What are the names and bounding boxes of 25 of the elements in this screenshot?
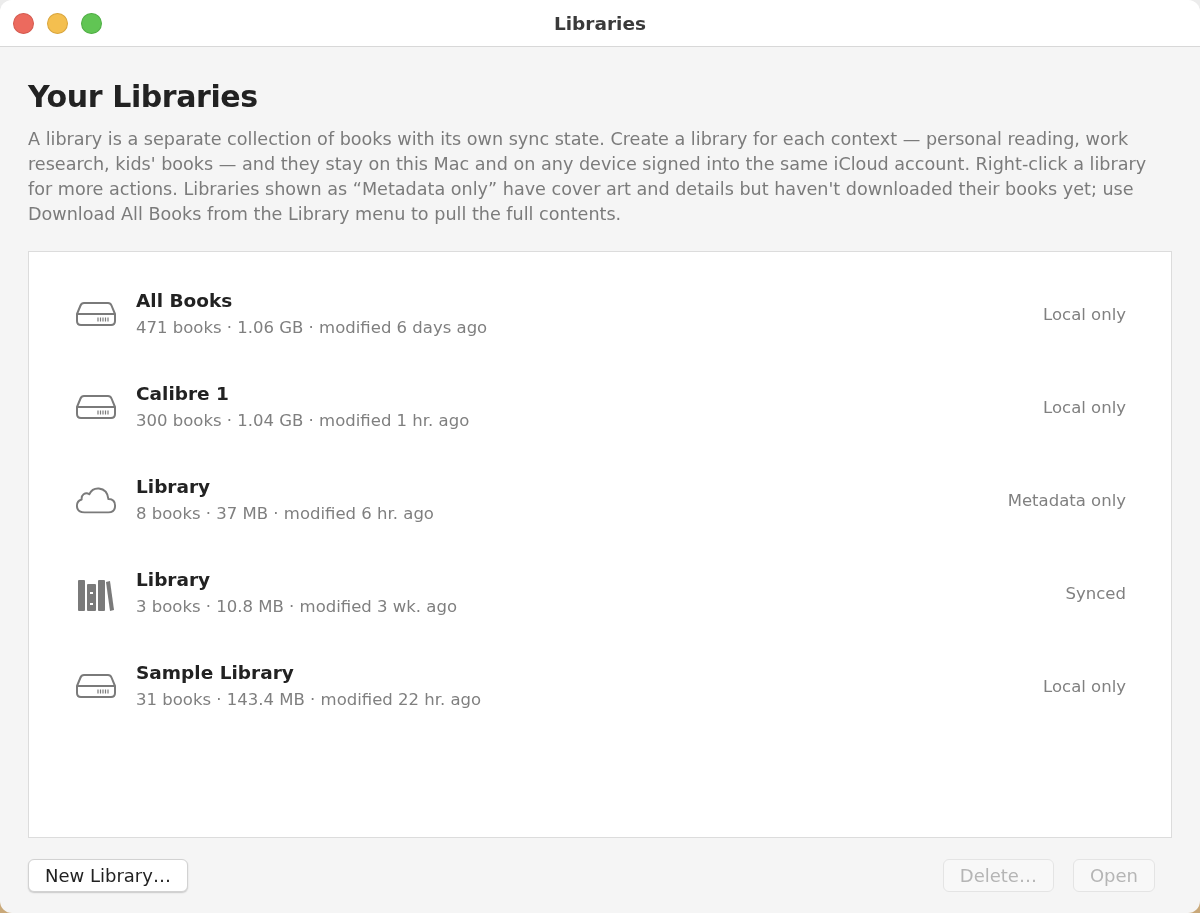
library-name: All Books	[136, 288, 233, 313]
zoom-icon[interactable]	[81, 13, 102, 34]
sync-status: Metadata only	[1007, 491, 1126, 510]
sync-status: Local only	[1043, 305, 1126, 324]
library-name: Library	[136, 474, 211, 499]
library-details: 3 books · 10.8 MB · modified 3 wk. ago	[136, 595, 458, 618]
library-details: 8 books · 37 MB · modified 6 hr. ago	[136, 502, 434, 525]
description-text: A library is a separate collection of books with its own sync state. Create a library for each context — personal reading, work research, kids' books — and they stay on this Mac and on any device signed into the same iCloud account. Right-click a library for more actions. Libraries shown as “Metadata only” have cover art and details but haven't downloaded their books yet; use Download All Books from the Library menu to pull the full contents.	[28, 128, 1148, 226]
hard-drive-icon	[75, 300, 117, 327]
hard-drive-icon	[75, 672, 117, 699]
minimize-icon[interactable]	[47, 13, 68, 34]
library-details: 300 books · 1.04 GB · modified 1 hr. ago	[136, 409, 470, 432]
library-name: Calibre 1	[136, 381, 229, 406]
library-details: 31 books · 143.4 MB · modified 22 hr. ago	[136, 688, 482, 711]
hard-drive-icon	[75, 393, 117, 420]
sync-status: Synced	[1065, 584, 1126, 603]
library-name: Sample Library	[136, 660, 294, 685]
library-details: 471 books · 1.06 GB · modified 6 days ago	[136, 316, 488, 339]
sync-status: Local only	[1043, 398, 1126, 417]
close-icon[interactable]	[13, 13, 34, 34]
library-name: Library	[136, 567, 211, 592]
page-heading: Your Libraries	[28, 78, 259, 116]
window-title: Libraries	[554, 12, 646, 34]
sync-status: Local only	[1043, 677, 1126, 696]
new-library-button[interactable]: New Library…	[28, 859, 188, 892]
